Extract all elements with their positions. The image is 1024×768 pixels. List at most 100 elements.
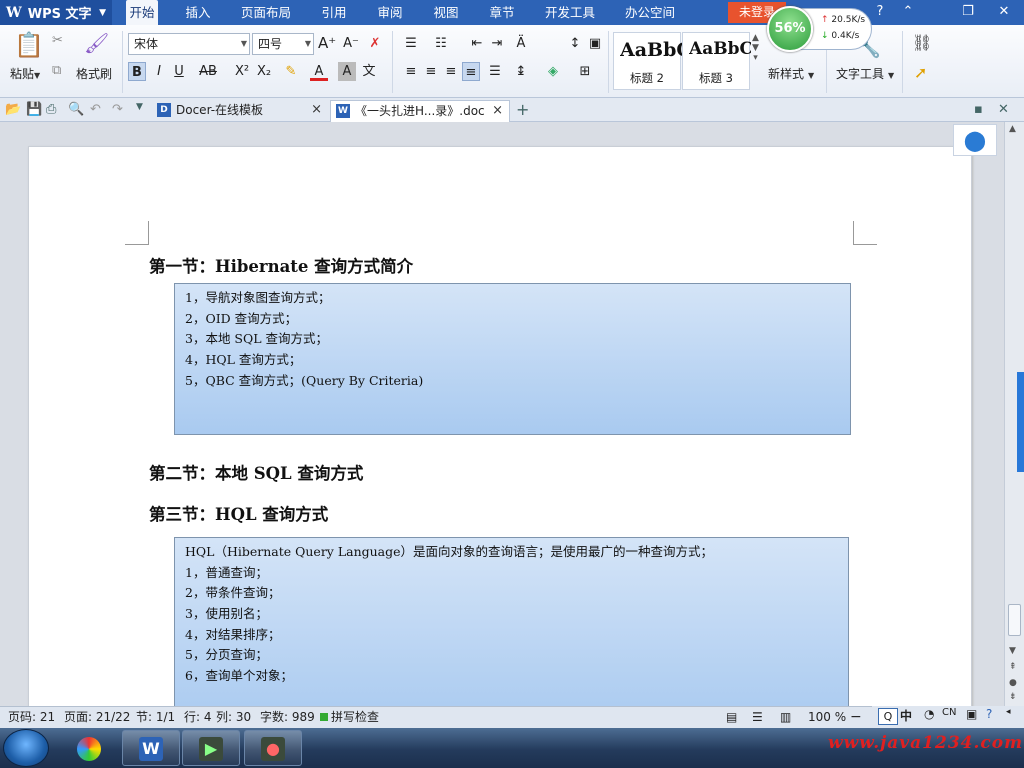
new-tab-icon[interactable]: + [516,100,529,119]
document-workspace[interactable]: 第一节：Hibernate 查询方式简介 1，导航对象图查询方式； 2，OID … [0,122,1004,706]
subscript-button[interactable]: X₂ [254,62,274,81]
decrease-indent-icon[interactable]: ⇤ [468,34,486,53]
find-replace-icon[interactable]: ⛓ [912,33,932,52]
tab-current-document[interactable]: W 《一头扎进H...录》.doc × [330,100,510,122]
status-page[interactable]: 页面: 21/22 [64,707,130,728]
zoom-out-icon[interactable]: − [850,707,862,728]
scroll-down-icon[interactable]: ▼ [1009,646,1016,656]
numbered-list-icon[interactable]: ☷ [432,34,450,53]
menu-tab-review[interactable]: 审阅 [372,0,408,25]
menu-tab-page-layout[interactable]: 页面布局 [238,0,294,25]
superscript-button[interactable]: X² [232,62,252,81]
ime-help-icon[interactable]: ? [986,707,992,721]
ime-lang-toggle[interactable]: 中 [900,707,912,724]
restore-window-icon[interactable]: ❐ [954,0,982,25]
ime-keyboard-icon[interactable]: ▣ [966,707,977,721]
view-page-icon[interactable]: ▤ [726,707,737,728]
align-center-icon[interactable]: ≡ [422,62,440,81]
prev-page-icon[interactable]: ⇞ [1009,662,1017,672]
taskbar-app-3[interactable]: ● [244,730,302,766]
text-tools-button[interactable]: 文字工具 [836,65,884,82]
network-speed-widget[interactable]: 56% ↑ 20.5K/s ↓ 0.4K/s [767,6,872,52]
taskbar-app-2[interactable]: ▶ [182,730,240,766]
section-3-textbox[interactable]: HQL（Hibernate Query Language）是面向对象的查询语言；… [174,537,849,706]
menu-tab-view[interactable]: 视图 [428,0,464,25]
ime-icon[interactable]: Q [878,708,898,725]
char-shading-icon[interactable]: A [338,62,356,81]
paste-icon[interactable]: 📋 [14,31,44,61]
location-pin-icon[interactable]: ⬤ [953,124,997,156]
redo-icon[interactable]: ↷ [112,102,123,117]
line-spacing-icon[interactable]: ↨ [512,62,530,81]
close-tab-icon[interactable]: × [492,101,503,121]
menu-tab-office-space[interactable]: 办公空间 [620,0,680,25]
justify-icon[interactable]: ≡ [462,62,480,81]
status-col[interactable]: 列: 30 [216,707,251,728]
menu-tab-references[interactable]: 引用 [316,0,352,25]
zoom-level[interactable]: 100 % [808,707,846,728]
phonetic-guide-icon[interactable]: 文 [360,62,378,81]
tab-list-icon[interactable]: ▪ [974,102,983,117]
ime-options-icon[interactable]: ◂ [1006,707,1011,717]
select-icon[interactable]: ➚ [914,63,927,82]
customize-toolbar-icon[interactable]: ▼ [136,102,143,112]
format-painter-button[interactable]: 格式刷 [76,65,112,82]
show-marks-icon[interactable]: ▣ [586,34,604,53]
copy-icon[interactable]: ⧉ [52,63,61,78]
paste-button[interactable]: 粘贴 [10,65,34,82]
chinese-layout-icon[interactable]: Ä [512,34,530,53]
document-page[interactable]: 第一节：Hibernate 查询方式简介 1，导航对象图查询方式； 2，OID … [28,146,972,706]
font-size-select[interactable]: 四号 ▼ [252,33,314,55]
borders-icon[interactable]: ⊞ [576,62,594,81]
highlight-icon[interactable]: ✎ [282,62,300,81]
grow-font-icon[interactable]: A⁺ [318,34,336,53]
tab-close-all-icon[interactable]: ✕ [998,102,1009,117]
taskbar-app-launcher[interactable] [60,730,118,766]
shrink-font-icon[interactable]: A⁻ [342,34,360,53]
print-icon[interactable]: ⎙ [46,102,56,117]
spell-check-toggle[interactable]: 拼写检查 [331,707,379,728]
menu-tab-chapter[interactable]: 章节 [484,0,520,25]
italic-button[interactable]: I [150,62,168,81]
menu-tab-developer[interactable]: 开发工具 [540,0,600,25]
font-color-icon[interactable]: A [310,62,328,81]
save-icon[interactable]: 💾 [26,102,42,117]
style-gallery-scroll-icon[interactable]: ▲ ▼ ▾ [752,33,759,63]
align-left-icon[interactable]: ≡ [402,62,420,81]
distributed-align-icon[interactable]: ☰ [486,62,504,81]
increase-indent-icon[interactable]: ⇥ [488,34,506,53]
status-section[interactable]: 节: 1/1 [136,707,175,728]
close-window-icon[interactable]: ✕ [990,0,1018,25]
select-browse-object-icon[interactable]: ● [1009,678,1017,688]
scroll-up-icon[interactable]: ▲ [1009,124,1016,134]
status-word-count[interactable]: 字数: 989 [260,707,315,728]
taskbar-wps-writer[interactable]: W [122,730,180,766]
menu-tab-home[interactable]: 开始 [126,0,158,25]
collapse-ribbon-icon[interactable]: ⌃ [894,0,922,25]
bullet-list-icon[interactable]: ☰ [402,34,420,53]
close-tab-icon[interactable]: × [311,100,322,120]
wps-app-menu-button[interactable]: W WPS 文字 ▼ [0,0,112,25]
align-right-icon[interactable]: ≡ [442,62,460,81]
font-name-select[interactable]: 宋体 ▼ [128,33,250,55]
ime-punct-icon[interactable]: ◔ [924,707,934,721]
open-folder-icon[interactable]: 📂 [5,102,21,117]
cut-icon[interactable]: ✂ [52,33,63,48]
side-panel-toggle[interactable] [1017,372,1024,472]
paragraph-shading-icon[interactable]: ◈ [544,62,562,81]
undo-icon[interactable]: ↶ [90,102,101,117]
view-web-icon[interactable]: ▥ [780,707,791,728]
sort-icon[interactable]: ↕ [566,34,584,53]
status-row[interactable]: 行: 4 [184,707,212,728]
section-1-textbox[interactable]: 1，导航对象图查询方式； 2，OID 查询方式； 3，本地 SQL 查询方式； … [174,283,851,435]
style-heading-3[interactable]: AaBbC 标题 3 [682,32,751,90]
scroll-thumb[interactable] [1008,604,1021,636]
ime-cn-label[interactable]: CN [942,707,956,718]
status-page-code[interactable]: 页码: 21 [8,707,55,728]
view-outline-icon[interactable]: ☰ [752,707,763,728]
next-page-icon[interactable]: ⇟ [1009,692,1017,702]
clear-format-icon[interactable]: ✗ [366,34,384,53]
windows-start-button[interactable] [3,729,49,767]
tab-docer-templates[interactable]: D Docer-在线模板 × [152,100,328,122]
underline-button[interactable]: U [170,62,188,81]
